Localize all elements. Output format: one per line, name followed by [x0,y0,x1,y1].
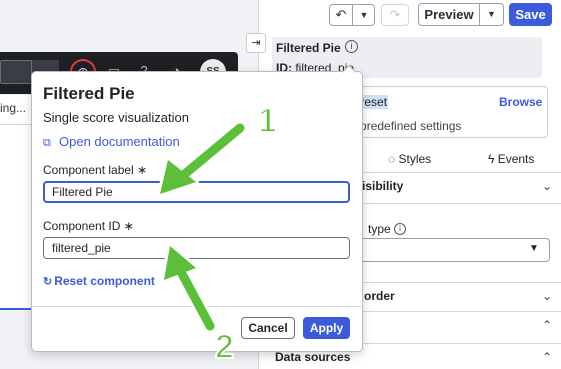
popover-subtitle: Single score visualization [43,110,189,125]
info-icon[interactable]: i [345,40,358,53]
component-id-input[interactable] [43,237,350,259]
collapse-panel-icon[interactable]: ⇥ [246,33,266,53]
undo-button[interactable]: ↶ ▼ [329,4,375,26]
palette-icon: ◌ [388,152,396,166]
component-label-input[interactable] [43,181,350,203]
refresh-icon: ↻ [43,276,53,288]
popover-title: Filtered Pie [43,84,135,103]
data-sources-section-label[interactable]: Data sources [275,350,350,364]
cancel-button[interactable]: Cancel [241,317,295,339]
reset-component-button[interactable]: ↻ Reset component [43,274,155,288]
tab-events[interactable]: ϟ Events [488,152,534,166]
component-label-label: Component label ∗ [43,163,147,177]
info-icon[interactable]: i [394,223,406,235]
open-documentation-label[interactable]: Open documentation [59,134,180,149]
select-chevron-icon[interactable]: ▼ [529,243,539,254]
chevron-up-icon[interactable]: ⌃ [542,318,552,332]
required-asterisk-icon: ∗ [137,163,148,177]
tab-styles[interactable]: ◌ Styles [388,152,431,166]
external-link-icon: ⧉ [43,137,51,149]
component-label-text: Component label [43,163,134,177]
save-button[interactable]: Save [509,3,552,26]
chevron-up-icon[interactable]: ⌃ [542,350,552,364]
preview-button[interactable]: Preview ▼ [418,3,504,26]
component-title: Filtered Pie [276,41,341,55]
chevron-down-icon[interactable]: ⌄ [542,289,552,303]
tab-events-label: Events [497,152,535,166]
preview-chevron-down-icon[interactable]: ▼ [480,4,503,25]
undo-icon[interactable]: ↶ [330,5,353,25]
undo-menu-chevron-icon[interactable]: ▼ [353,5,375,25]
canvas-card-text: ing... [0,101,27,115]
preview-label[interactable]: Preview [419,4,480,25]
required-asterisk-icon: ∗ [123,219,134,233]
browse-link[interactable]: Browse [499,95,542,109]
apply-button[interactable]: Apply [303,317,350,339]
chevron-down-icon[interactable]: ⌄ [542,179,552,193]
reset-component-label[interactable]: Reset component [54,274,155,288]
lightning-icon: ϟ [488,152,495,166]
tab-styles-label: Styles [398,152,432,166]
type-label: type [368,222,391,236]
border-section-label[interactable]: order [364,289,395,303]
component-id-label: Component ID ∗ [43,219,134,233]
redo-icon[interactable]: ↷ [381,4,409,26]
component-id-text: Component ID [43,219,121,233]
popover-footer-divider [32,306,362,307]
visibility-section-label[interactable]: isibility [362,179,403,193]
open-documentation-link[interactable]: ⧉ Open documentation [43,134,180,150]
